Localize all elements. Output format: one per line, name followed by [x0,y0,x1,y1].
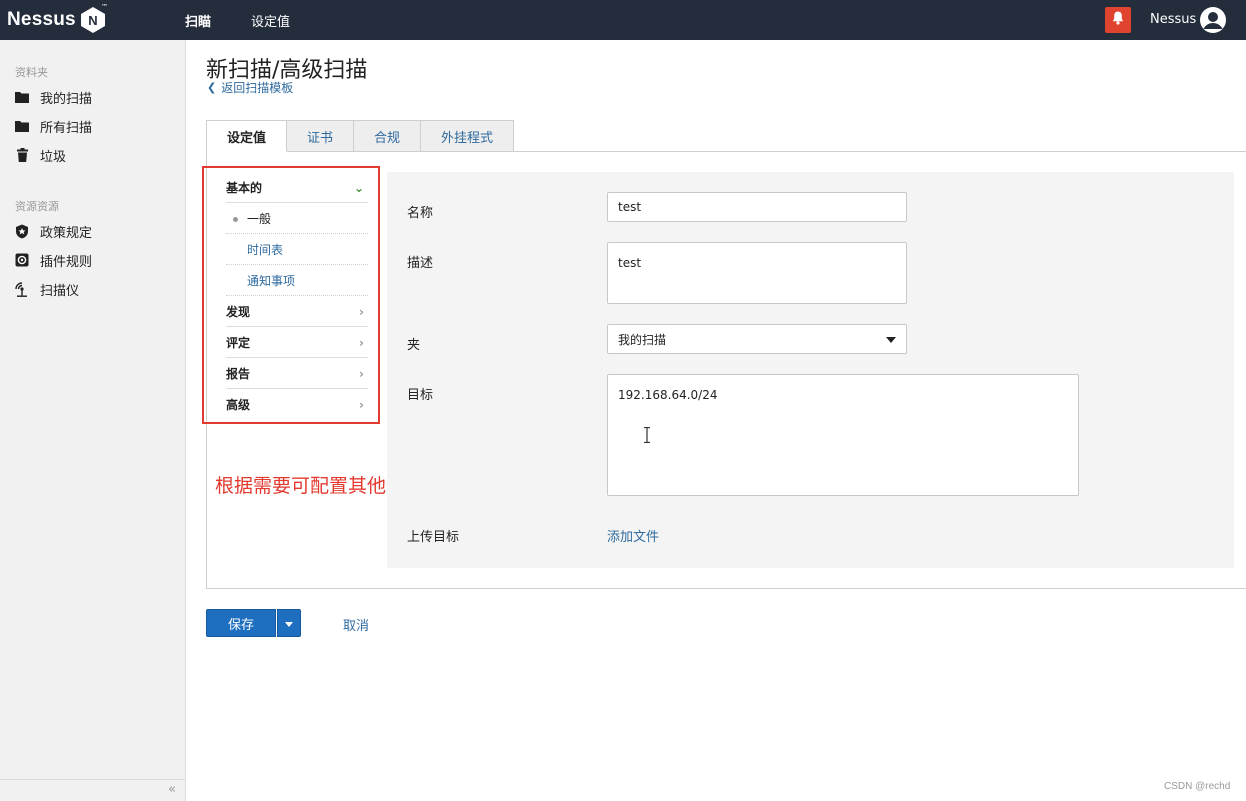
logo-text: Nessus [7,9,76,30]
tab-compliance[interactable]: 合规 [354,120,422,152]
sidebar-item-scanners[interactable]: 扫描仪 [14,278,79,300]
notifications-button[interactable] [1105,7,1131,33]
section-folders: 资料夹 [15,66,48,79]
tab-plugins[interactable]: 外挂程式 [421,120,515,152]
annotation-highlight-box [202,166,380,424]
tab-settings[interactable]: 设定值 [206,120,288,152]
add-file-link[interactable]: 添加文件 [607,526,659,545]
dropdown-caret-icon [886,337,896,343]
targets-field[interactable]: 192.168.64.0/24 [607,374,1079,496]
logo-mark-letter: N [88,13,97,28]
form-area [387,172,1234,568]
back-link-label: 返回扫描模板 [221,81,294,95]
sidebar-footer: « [0,779,186,801]
targets-label: 目标 [407,388,434,403]
description-value: test [618,256,642,270]
sidebar-item-label: 扫描仪 [40,283,80,299]
sidebar-item-policies[interactable]: 政策规定 [14,220,92,242]
nav-scans[interactable]: 扫瞄 [185,11,211,30]
sidebar-item-label: 插件规则 [40,254,93,270]
top-nav: 扫瞄 设定值 [185,0,330,40]
name-label: 名称 [407,206,434,221]
sidebar-item-my-scans[interactable]: 我的扫描 [14,86,92,108]
chevron-left-icon: ❮ [207,81,217,94]
targets-value: 192.168.64.0/24 [618,388,718,402]
folder-value: 我的扫描 [618,332,667,347]
folder-icon [14,89,30,105]
user-name[interactable]: Nessus [1150,12,1196,27]
save-button[interactable]: 保存 [206,609,276,637]
shield-icon [14,223,30,239]
name-value: test [618,200,642,214]
sidebar-item-label: 我的扫描 [40,91,93,107]
trademark: ™ [101,3,108,11]
sidebar-item-label: 所有扫描 [40,120,93,136]
folder-icon [14,118,30,134]
plugin-icon [14,252,30,268]
description-field[interactable]: test [607,242,907,304]
sidebar-item-plugin-rules[interactable]: 插件规则 [14,249,92,271]
section-resources: 资源资源 [15,200,59,213]
top-bar: Nessus N ™ 扫瞄 设定值 Nessus [0,0,1246,40]
trash-icon [14,147,30,163]
back-to-templates-link[interactable]: ❮ 返回扫描模板 [207,79,293,96]
description-label: 描述 [407,256,434,271]
folder-label: 夹 [407,338,421,353]
bell-icon [1112,11,1124,29]
cancel-button[interactable]: 取消 [343,615,369,634]
watermark: CSDN @rechd [1164,781,1231,792]
nav-settings[interactable]: 设定值 [251,11,290,30]
name-field[interactable]: test [607,192,907,222]
sidebar-item-label: 垃圾 [40,149,67,165]
user-avatar-icon[interactable] [1200,7,1226,33]
folder-select[interactable]: 我的扫描 [607,324,907,354]
sidebar: 资料夹 我的扫描 所有扫描 垃圾 资源资源 政策规定 插件规则 扫描仪 « [0,40,186,801]
sidebar-item-all-scans[interactable]: 所有扫描 [14,115,92,137]
nessus-logo[interactable]: Nessus N [7,5,107,35]
scanner-icon [14,281,30,297]
upload-targets-label: 上传目标 [407,530,460,545]
save-options-button[interactable] [277,609,301,637]
sidebar-item-label: 政策规定 [40,225,93,241]
tab-credentials[interactable]: 证书 [287,120,355,152]
text-cursor-icon [643,426,651,444]
sidebar-item-trash[interactable]: 垃圾 [14,144,66,166]
chevron-down-icon [285,622,293,627]
collapse-sidebar-icon[interactable]: « [168,782,176,797]
tab-bar: 设定值 证书 合规 外挂程式 [206,120,515,152]
